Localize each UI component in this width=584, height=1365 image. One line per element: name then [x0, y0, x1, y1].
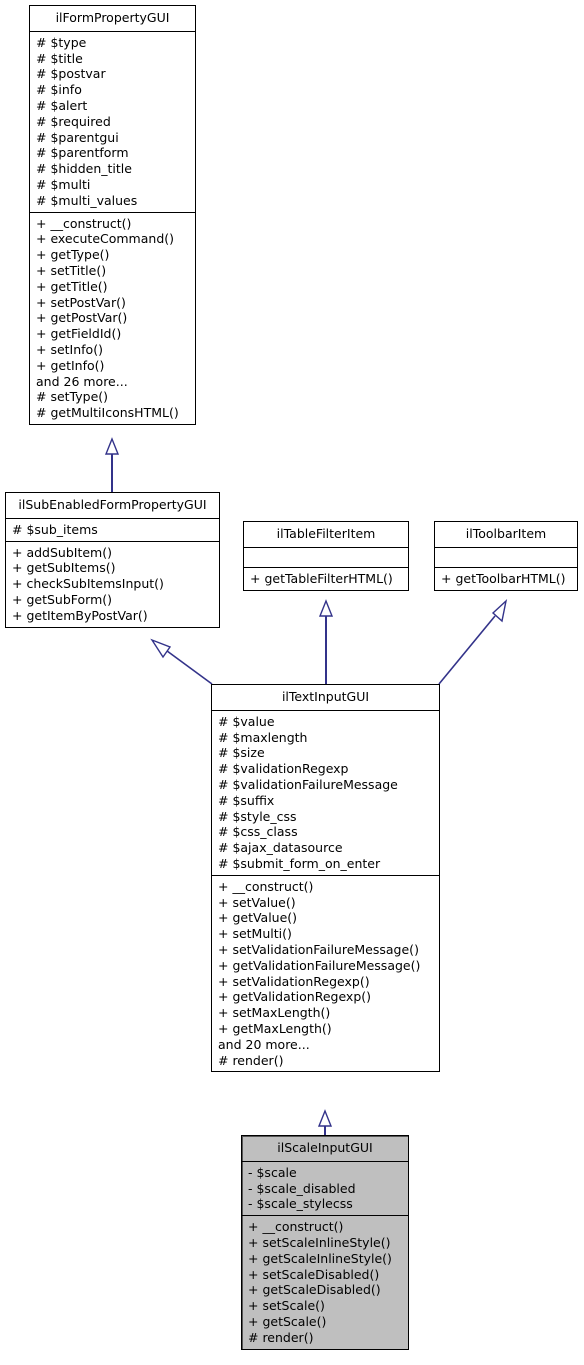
- class-attribute: # $style_css: [218, 808, 297, 824]
- class-attribute: # $suffix: [218, 792, 275, 808]
- class-attribute: # $postvar: [36, 66, 106, 82]
- class-node-ilformpropertygui[interactable]: ilFormPropertyGUI # $type # $title # $po…: [29, 5, 196, 425]
- class-attribute: # $type: [36, 34, 87, 50]
- class-operation: + getValidationRegexp(): [218, 989, 372, 1005]
- class-operation: + getPostVar(): [36, 310, 128, 326]
- class-operation: + setTitle(): [36, 262, 107, 278]
- class-operation: + getFieldId(): [36, 326, 122, 342]
- class-attribute: - $scale_disabled: [248, 1180, 356, 1196]
- class-operation: + checkSubItemsInput(): [12, 576, 164, 592]
- class-attributes-ilsubenabledformpropertygui: # $sub_items: [6, 517, 219, 541]
- class-node-iltextinputgui[interactable]: ilTextInputGUI # $value # $maxlength # $…: [211, 684, 440, 1073]
- class-operation: + setMaxLength(): [218, 1005, 331, 1021]
- class-operation: + setPostVar(): [36, 294, 126, 310]
- class-attribute: # $ajax_datasource: [218, 840, 343, 856]
- class-attribute: # $validationFailureMessage: [218, 776, 398, 792]
- edge-ilsubenabledformpropertygui-to-ilformpropertygui: [104, 437, 120, 492]
- class-operation: + getSubItems(): [12, 560, 116, 576]
- class-title-iltextinputgui: ilTextInputGUI: [281, 689, 370, 704]
- class-attributes-ilscaleinputgui: - $scale - $scale_disabled - $scale_styl…: [242, 1160, 408, 1215]
- class-operation: + setScale(): [248, 1298, 325, 1314]
- class-attribute: # $info: [36, 82, 82, 98]
- class-operation: + getValue(): [218, 910, 298, 926]
- class-operations-overflow: and 20 more...: [218, 1036, 310, 1052]
- class-operation: + setScaleInlineStyle(): [248, 1234, 391, 1250]
- class-attributes-iltoolbaritem: [435, 546, 577, 567]
- class-node-ilscaleinputgui[interactable]: ilScaleInputGUI - $scale - $scale_disabl…: [241, 1135, 409, 1350]
- class-operation: + addSubItem(): [12, 544, 112, 560]
- class-operation: + executeCommand(): [36, 231, 175, 247]
- class-operation: + setValidationFailureMessage(): [218, 941, 419, 957]
- class-operation: + getTitle(): [36, 278, 108, 294]
- class-operation: + setMulti(): [218, 926, 292, 942]
- class-attribute: # $maxlength: [218, 729, 308, 745]
- class-title-ilsubenabledformpropertygui: ilSubEnabledFormPropertyGUI: [18, 497, 207, 512]
- class-attribute: # $css_class: [218, 824, 298, 840]
- class-operation: + getValidationFailureMessage(): [218, 957, 421, 973]
- class-operation: + setScaleDisabled(): [248, 1266, 380, 1282]
- class-operation: + setValue(): [218, 894, 296, 910]
- class-operation: # getMultiIconsHTML(): [36, 405, 179, 421]
- edge-iltextinputgui-to-ilsubenabledformpropertygui: [150, 638, 213, 685]
- class-attribute: # $alert: [36, 97, 88, 113]
- class-node-iltablefilteritem[interactable]: ilTableFilterItem + getTableFilterHTML(): [243, 521, 409, 591]
- class-operations-ilsubenabledformpropertygui: + addSubItem() + getSubItems() + checkSu…: [6, 540, 219, 627]
- class-attribute: # $title: [36, 50, 83, 66]
- class-title-iltablefilteritem: ilTableFilterItem: [276, 526, 376, 541]
- class-operation: + getTableFilterHTML(): [250, 570, 393, 586]
- class-operation: + getType(): [36, 247, 110, 263]
- class-attribute: # $hidden_title: [36, 161, 132, 177]
- class-attribute: # $validationRegexp: [218, 761, 349, 777]
- class-operation: + __construct(): [248, 1219, 344, 1235]
- class-attributes-ilformpropertygui: # $type # $title # $postvar # $info # $a…: [30, 30, 195, 212]
- class-operations-overflow: and 26 more...: [36, 373, 128, 389]
- class-operation: + __construct(): [218, 878, 314, 894]
- class-attribute: # $multi_values: [36, 192, 138, 208]
- class-operation: # render(): [218, 1052, 284, 1068]
- class-title-ilformpropertygui: ilFormPropertyGUI: [55, 10, 170, 25]
- class-operation: + getSubForm(): [12, 591, 113, 607]
- class-attribute: - $scale_stylecss: [248, 1196, 353, 1212]
- class-operations-ilformpropertygui: + __construct() + executeCommand() + get…: [30, 211, 195, 424]
- class-attribute: # $parentform: [36, 145, 129, 161]
- class-attribute: # $required: [36, 113, 111, 129]
- class-attributes-iltablefilteritem: [244, 546, 408, 567]
- class-operations-iltablefilteritem: + getTableFilterHTML(): [244, 566, 408, 590]
- class-attribute: # $multi: [36, 176, 91, 192]
- uml-class-diagram: ilFormPropertyGUI # $type # $title # $po…: [0, 0, 584, 1365]
- class-operation: # render(): [248, 1329, 314, 1345]
- class-node-iltoolbaritem[interactable]: ilToolbarItem + getToolbarHTML(): [434, 521, 578, 591]
- edge-ilscaleinputgui-to-iltextinputgui: [317, 1109, 333, 1135]
- class-node-ilsubenabledformpropertygui[interactable]: ilSubEnabledFormPropertyGUI # $sub_items…: [5, 492, 220, 628]
- class-operation: + getItemByPostVar(): [12, 607, 148, 623]
- class-operation: + getMaxLength(): [218, 1020, 332, 1036]
- class-attribute: # $size: [218, 745, 265, 761]
- class-operations-ilscaleinputgui: + __construct() + setScaleInlineStyle() …: [242, 1215, 408, 1348]
- class-attribute: - $scale: [248, 1164, 297, 1180]
- class-operation: + getToolbarHTML(): [441, 570, 566, 586]
- class-title-ilscaleinputgui: ilScaleInputGUI: [277, 1140, 373, 1155]
- class-operation: + setValidationRegexp(): [218, 973, 370, 989]
- edge-iltextinputgui-to-iltoolbaritem: [438, 599, 508, 685]
- class-operation: # setType(): [36, 389, 109, 405]
- edge-iltextinputgui-to-iltablefilteritem: [318, 599, 334, 684]
- class-title-iltoolbaritem: ilToolbarItem: [465, 526, 547, 541]
- class-operation: + getScale(): [248, 1313, 327, 1329]
- class-operation: + __construct(): [36, 215, 132, 231]
- class-operation: + getScaleInlineStyle(): [248, 1250, 392, 1266]
- class-operation: + getInfo(): [36, 357, 105, 373]
- class-operation: + getScaleDisabled(): [248, 1282, 381, 1298]
- class-attribute: # $parentgui: [36, 129, 119, 145]
- class-attribute: # $value: [218, 713, 275, 729]
- class-attribute: # $submit_form_on_enter: [218, 855, 381, 871]
- class-attribute: # $sub_items: [12, 521, 98, 537]
- class-operations-iltextinputgui: + __construct() + setValue() + getValue(…: [212, 874, 439, 1072]
- class-attributes-iltextinputgui: # $value # $maxlength # $size # $validat…: [212, 709, 439, 875]
- class-operations-iltoolbaritem: + getToolbarHTML(): [435, 566, 577, 590]
- class-operation: + setInfo(): [36, 341, 103, 357]
